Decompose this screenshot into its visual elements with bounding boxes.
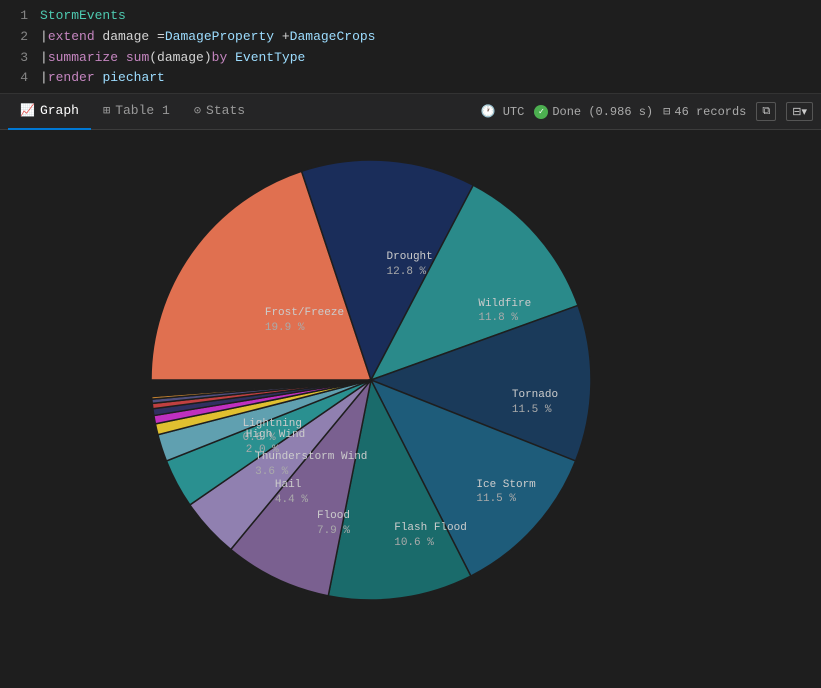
time-zone: 🕐 UTC [481, 104, 525, 119]
tab-graph-label: Graph [40, 103, 79, 118]
pie-container: Lightning0.8 %High Wind2.0 %Thunderstorm… [131, 140, 691, 660]
graph-icon: 📈 [20, 103, 35, 118]
stats-icon: ⊙ [194, 103, 201, 118]
code-line-1: 1 StormEvents [0, 6, 821, 27]
results-toolbar: 📈 Graph ⊞ Table 1 ⊙ Stats 🕐 UTC ✓ Done (… [0, 94, 821, 130]
code-editor: 1 StormEvents 2 | extend damage = Damage… [0, 0, 821, 94]
code-line-3: 3 | summarize sum (damage) by EventType [0, 48, 821, 69]
code-line-2: 2 | extend damage = DamageProperty + Dam… [0, 27, 821, 48]
done-check-icon: ✓ [534, 105, 548, 119]
code-line-4: 4 | render piechart [0, 68, 821, 89]
status-text: Done (0.986 s) [552, 105, 653, 119]
export-button[interactable]: ⊟▾ [786, 102, 813, 121]
tab-table1[interactable]: ⊞ Table 1 [91, 94, 182, 130]
pie-chart-svg [131, 140, 611, 620]
table-icon: ⊞ [103, 103, 110, 118]
chart-area: Lightning0.8 %High Wind2.0 %Thunderstorm… [0, 130, 821, 670]
tab-table1-label: Table 1 [115, 103, 170, 118]
tab-graph[interactable]: 📈 Graph [8, 94, 91, 130]
records-icon: ⊟ [663, 104, 670, 119]
tab-stats[interactable]: ⊙ Stats [182, 94, 257, 130]
copy-button[interactable]: ⧉ [756, 102, 776, 121]
tab-stats-label: Stats [206, 103, 245, 118]
records-count: 46 records [674, 105, 746, 119]
records-badge: ⊟ 46 records [663, 104, 746, 119]
status-done: ✓ Done (0.986 s) [534, 105, 653, 119]
